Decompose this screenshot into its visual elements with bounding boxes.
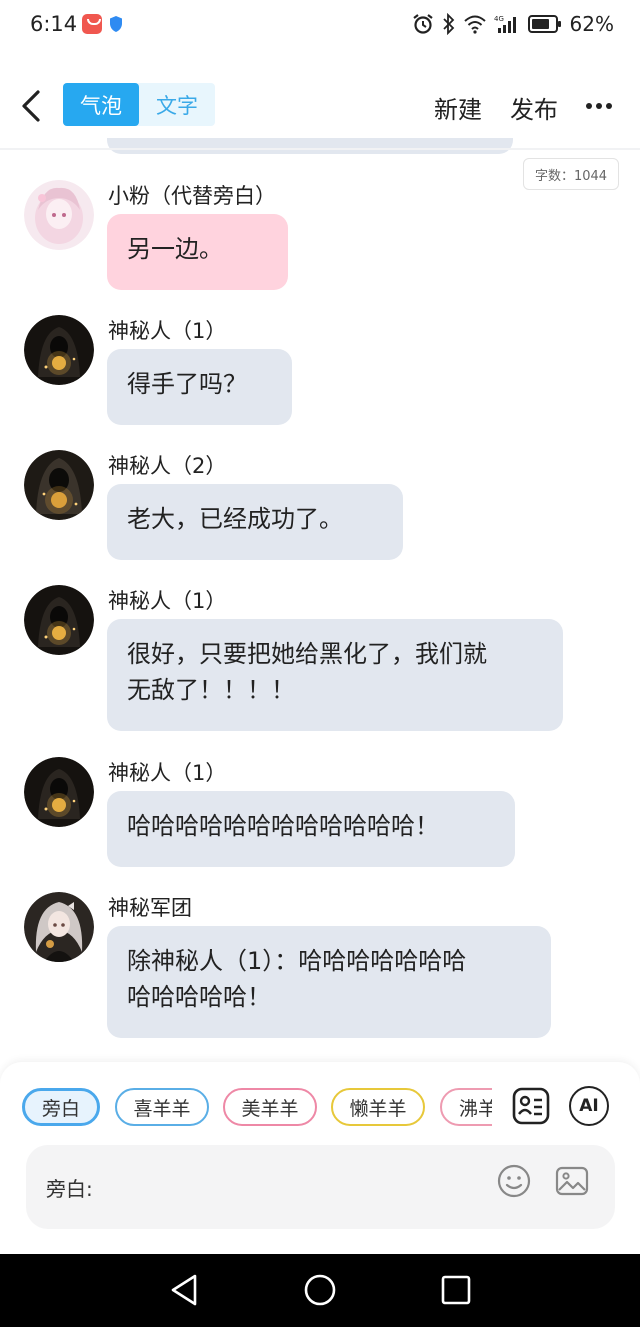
message-bubble[interactable]: 得手了吗？ [107, 349, 292, 425]
sender-name: 神秘人（2） [108, 454, 227, 478]
bluetooth-icon [442, 13, 454, 35]
back-arrow-icon[interactable] [18, 86, 48, 126]
sender-name: 神秘军团 [108, 896, 192, 920]
character-chip-lanyangyang[interactable]: 懒羊羊 [331, 1088, 425, 1126]
character-chip-meiyangyang[interactable]: 美羊羊 [223, 1088, 317, 1126]
message-text-line: 除神秘人（1）：哈哈哈哈哈哈哈 [127, 947, 467, 975]
svg-text:4G: 4G [494, 15, 504, 23]
message-item[interactable]: 神秘人（1） 得手了吗？ [0, 315, 640, 425]
message-bubble[interactable]: 哈哈哈哈哈哈哈哈哈哈哈哈！ [107, 791, 515, 867]
wifi-icon [463, 15, 486, 34]
message-text-line: 哈哈哈哈哈！ [127, 983, 271, 1011]
message-text: 老大，已经成功了。 [127, 505, 343, 533]
input-speaker-label: 旁白: [46, 1177, 93, 1201]
mode-switch: 气泡 文字 [63, 83, 215, 126]
character-chip-narration[interactable]: 旁白 [22, 1088, 100, 1126]
message-text: 另一边。 [127, 235, 223, 263]
message-bubble[interactable]: 老大，已经成功了。 [107, 484, 403, 560]
message-item[interactable]: 神秘人（2） 老大，已经成功了。 [0, 450, 640, 560]
emoji-icon[interactable] [496, 1163, 532, 1199]
image-icon[interactable] [554, 1163, 590, 1199]
system-recents-icon[interactable] [438, 1272, 474, 1308]
character-chip-xiyangyang[interactable]: 喜羊羊 [115, 1088, 209, 1126]
message-text: 得手了吗？ [127, 370, 247, 398]
sender-name: 神秘人（1） [108, 589, 227, 613]
message-text: 哈哈哈哈哈哈哈哈哈哈哈哈！ [127, 812, 439, 840]
sender-name: 小粉（代替旁白） [108, 184, 276, 208]
battery-icon [527, 15, 561, 33]
avatar[interactable] [24, 450, 94, 520]
more-icon[interactable] [585, 94, 613, 118]
previous-bubble [107, 138, 513, 154]
alarm-icon [412, 14, 433, 34]
character-chips: 旁白 喜羊羊 美羊羊 懒羊羊 沸羊羊 [22, 1088, 492, 1128]
tab-text[interactable]: 文字 [139, 83, 215, 126]
shield-icon [110, 16, 122, 32]
new-button[interactable]: 新建 [434, 90, 482, 125]
composer-panel: 旁白 喜羊羊 美羊羊 懒羊羊 沸羊羊 AI 旁白: [0, 1062, 640, 1254]
system-back-icon[interactable] [167, 1272, 203, 1308]
system-home-icon[interactable] [302, 1272, 338, 1308]
ai-button[interactable]: AI [569, 1086, 609, 1126]
message-text-line: 很好，只要把她给黑化了，我们就 [127, 640, 487, 668]
message-input[interactable]: 旁白: [26, 1145, 615, 1229]
sender-name: 神秘人（1） [108, 761, 227, 785]
message-text-line: 无敌了！！！！ [127, 676, 295, 704]
cellular-signal-icon: 4G [494, 15, 516, 33]
battery-percent: 62% [569, 12, 614, 36]
message-item[interactable]: 神秘人（1） 哈哈哈哈哈哈哈哈哈哈哈哈！ [0, 757, 640, 867]
publish-button[interactable]: 发布 [510, 90, 558, 125]
system-nav-bar [0, 1254, 640, 1327]
message-item[interactable]: 神秘人（1） 很好，只要把她给黑化了，我们就 无敌了！！！！ [0, 585, 640, 731]
divider [0, 148, 640, 150]
top-nav: 气泡 文字 新建 发布 [0, 70, 640, 144]
avatar[interactable] [24, 315, 94, 385]
tab-bubble[interactable]: 气泡 [63, 83, 139, 126]
status-indicators: 4G 62% [412, 10, 614, 38]
status-time: 6:14 [30, 12, 78, 36]
shopping-app-icon [82, 14, 102, 34]
avatar[interactable] [24, 585, 94, 655]
sender-name: 神秘人（1） [108, 319, 227, 343]
avatar[interactable] [24, 180, 94, 250]
avatar[interactable] [24, 892, 94, 962]
character-chip-feiyangyang[interactable]: 沸羊羊 [440, 1088, 492, 1126]
message-bubble[interactable]: 很好，只要把她给黑化了，我们就 无敌了！！！！ [107, 619, 563, 731]
avatar[interactable] [24, 757, 94, 827]
message-bubble[interactable]: 除神秘人（1）：哈哈哈哈哈哈哈 哈哈哈哈哈！ [107, 926, 551, 1038]
contact-card-icon[interactable] [511, 1086, 551, 1126]
message-item[interactable]: 小粉（代替旁白） 另一边。 [0, 180, 640, 290]
ai-label: AI [579, 1096, 599, 1116]
status-bar: 6:14 4G 62% [0, 0, 640, 50]
message-item[interactable]: 神秘军团 除神秘人（1）：哈哈哈哈哈哈哈 哈哈哈哈哈！ [0, 892, 640, 1038]
message-bubble[interactable]: 另一边。 [107, 214, 288, 290]
